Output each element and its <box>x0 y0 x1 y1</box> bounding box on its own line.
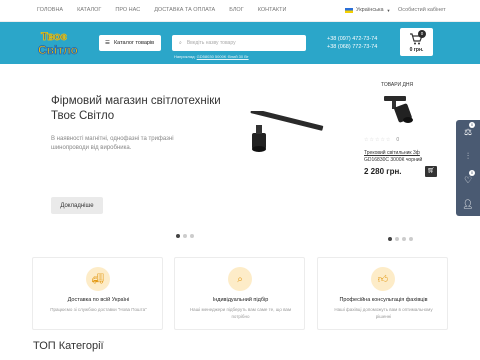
product-image[interactable] <box>378 92 418 130</box>
phone-1[interactable]: +38 (097) 472-73-74 <box>327 35 377 43</box>
feature-title: Професійна консультація фахівців <box>339 297 428 303</box>
details-button[interactable]: Докладніше <box>51 197 103 214</box>
product-name[interactable]: Трековий світильник 3ф GD16830C 3000К чо… <box>364 150 444 164</box>
phone-2[interactable]: +38 (068) 772-73-74 <box>327 43 377 51</box>
wishlist-count: 0 <box>469 170 475 176</box>
slider-dot[interactable] <box>190 234 194 238</box>
heart-icon: ♡ <box>463 174 473 185</box>
search-hint-link[interactable]: GD58030 5000K білий 30 Вт <box>197 54 249 59</box>
nav-contacts[interactable]: КОНТАКТИ <box>258 7 287 13</box>
slider-dot[interactable] <box>183 234 187 238</box>
cart-icon: 🛒︎ <box>427 168 435 174</box>
feature-text: Наші менеджери підберуть вам саме те, що… <box>189 307 292 319</box>
slider-dot[interactable] <box>388 237 392 241</box>
wishlist-button[interactable]: ♡ 0 <box>456 168 480 192</box>
svg-text:Світло: Світло <box>38 43 78 57</box>
phone-numbers: +38 (097) 472-73-74 +38 (068) 772-73-74 <box>327 35 377 51</box>
cart-button[interactable]: 0 0 грн. <box>400 28 433 56</box>
products-of-day-heading: ТОВАРИ ДНЯ <box>381 82 414 88</box>
nav-blog[interactable]: БЛОГ <box>229 7 243 13</box>
feature-title: Доставка по всій Україні <box>67 297 130 303</box>
catalog-menu-icon: ☰ <box>105 40 110 46</box>
truck-icon: 🚚︎ <box>86 267 110 291</box>
magnifier-icon: ⌕ <box>228 267 252 291</box>
rating-stars-icon: ☆☆☆☆☆ <box>364 137 392 143</box>
compare-icon: ⚖ <box>463 126 473 137</box>
compare-count: 0 <box>469 122 475 128</box>
feature-text: Працюємо зі службою доставки "Нова Пошта… <box>50 307 147 312</box>
feature-title: Індивідуальний підбір <box>212 297 269 303</box>
add-to-cart-button[interactable]: 🛒︎ <box>425 166 437 177</box>
catalog-button-label: Каталог товарів <box>113 40 155 46</box>
site-header: Твоє Світло ☰ Каталог товарів ⌕ Введіть … <box>0 22 480 64</box>
filter-button[interactable]: ⫶ <box>456 144 480 168</box>
logo[interactable]: Твоє Світло <box>37 28 89 58</box>
track-light-image <box>250 111 324 152</box>
search-hint-prefix: Наприклад: <box>174 54 196 59</box>
language-selector[interactable]: Українська ▼ <box>345 7 391 13</box>
feature-card-selection: ⌕ Індивідуальний підбір Наші менеджери п… <box>174 257 305 330</box>
top-navigation: ГОЛОВНА КАТАЛОГ ПРО НАС ДОСТАВКА ТА ОПЛА… <box>37 7 286 13</box>
floating-side-panel: ⚖ 0 ⫶ ♡ 0 👤︎ <box>456 120 480 216</box>
nav-catalog[interactable]: КАТАЛОГ <box>77 7 101 13</box>
cart-total: 0 грн. <box>409 47 424 53</box>
hero-slider-dots <box>176 234 194 238</box>
svg-text:Твоє: Твоє <box>41 31 67 43</box>
search-placeholder: Введіть назву товару <box>186 40 236 46</box>
nav-home[interactable]: ГОЛОВНА <box>37 7 63 13</box>
language-label: Українська <box>356 7 384 13</box>
review-count: 0 <box>396 137 401 143</box>
feature-card-consultation: 👍︎ Професійна консультація фахівців Наші… <box>317 257 448 330</box>
account-button[interactable]: 👤︎ <box>456 192 480 216</box>
search-input[interactable]: ⌕ Введіть назву товару <box>172 35 306 51</box>
slider-dot[interactable] <box>409 237 413 241</box>
consultant-icon: 👍︎ <box>371 267 395 291</box>
filter-icon: ⫶ <box>466 150 470 161</box>
product-name-line-2: GD16830C 3000К чорний <box>364 157 423 163</box>
nav-delivery[interactable]: ДОСТАВКА ТА ОПЛАТА <box>154 7 215 13</box>
hero-title: Фірмовий магазин світлотехніки Твоє Світ… <box>51 95 221 122</box>
slider-dot[interactable] <box>402 237 406 241</box>
product-price: 2 280 грн. <box>364 167 402 176</box>
section-title: ТОП Категорії <box>33 340 104 352</box>
hero-text: В наявності магнітні, однофазні та трифа… <box>51 136 174 151</box>
compare-button[interactable]: ⚖ 0 <box>456 120 480 144</box>
feature-text: Наші фахівці допоможуть вам в оптимально… <box>334 307 433 319</box>
cart-count-badge: 0 <box>418 30 426 38</box>
top-bar: ГОЛОВНА КАТАЛОГ ПРО НАС ДОСТАВКА ТА ОПЛА… <box>0 0 480 22</box>
ukraine-flag-icon <box>345 7 353 13</box>
feature-card-delivery: 🚚︎ Доставка по всій Україні Працюємо зі … <box>32 257 163 330</box>
slider-dot[interactable] <box>395 237 399 241</box>
search-icon: ⌕ <box>179 40 182 46</box>
caret-down-icon: ▼ <box>386 7 391 13</box>
product-rating: ☆☆☆☆☆ 0 <box>364 137 400 143</box>
slider-dot[interactable] <box>176 234 180 238</box>
personal-cabinet-link[interactable]: Особистий кабінет <box>398 7 446 13</box>
catalog-button[interactable]: ☰ Каталог товарів <box>99 35 161 51</box>
user-icon: 👤︎ <box>462 198 474 209</box>
nav-about[interactable]: ПРО НАС <box>115 7 140 13</box>
products-slider-dots <box>388 237 413 241</box>
product-name-line-1: Трековий світильник 3ф <box>364 150 420 156</box>
search-hint: Наприклад: GD58030 5000K білий 30 Вт <box>174 54 249 59</box>
